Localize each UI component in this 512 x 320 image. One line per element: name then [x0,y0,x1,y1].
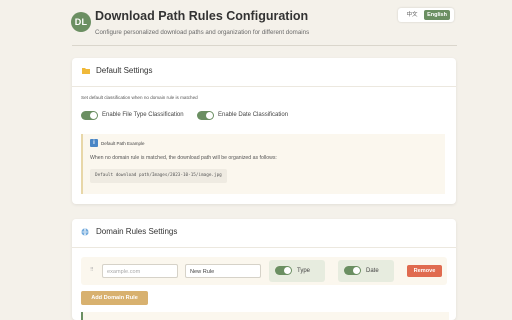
rule-name-input[interactable]: New Rule [185,264,261,278]
date-toggle[interactable] [197,111,214,120]
date-toggle-label: Enable Date Classification [218,112,289,118]
example-description: When no domain rule is matched, the down… [90,155,277,161]
info-icon: i [90,139,98,147]
example-title: Default Path Example [101,141,145,146]
globe-icon [81,228,89,236]
page-subtitle: Configure personalized download paths an… [95,29,310,36]
add-domain-rule-button[interactable]: Add Domain Rule [81,291,148,305]
default-settings-card: Default Settings Set default classificat… [72,58,456,204]
default-settings-description: Set default classification when no domai… [81,95,198,100]
domain-rule-row: ⠿ example.com New Rule Type Date Remove [81,257,447,285]
header-divider [72,45,457,46]
next-section-strip [81,312,449,320]
domain-rules-title: Domain Rules Settings [96,227,178,236]
type-toggle-label: Type [297,268,311,274]
card-header-divider [72,247,456,248]
folder-icon [82,68,90,74]
rule-date-toggle[interactable] [344,266,361,275]
file-type-toggle-label: Enable File Type Classification [102,112,184,118]
page-header: DL Download Path Rules Configuration Con… [0,0,512,46]
app-logo: DL [71,12,91,32]
page-title: Download Path Rules Configuration [95,9,309,23]
date-toggle-label: Date [366,268,379,274]
drag-handle-icon[interactable]: ⠿ [90,267,94,273]
default-settings-title: Default Settings [96,66,153,75]
language-en-button[interactable]: English [424,10,450,20]
remove-rule-button[interactable]: Remove [407,265,442,277]
card-header-divider [72,86,456,87]
file-type-toggle[interactable] [81,111,98,120]
date-toggle-group: Date [338,260,394,282]
type-toggle-group: Type [269,260,325,282]
domain-input[interactable]: example.com [102,264,178,278]
type-toggle[interactable] [275,266,292,275]
language-zh-button[interactable]: 中文 [403,10,421,20]
language-switcher: 中文 English [398,8,454,22]
default-path-example: i Default Path Example When no domain ru… [81,134,445,194]
domain-rules-card: Domain Rules Settings ⠿ example.com New … [72,219,456,320]
example-path: Default download path/Images/2023-10-15/… [90,169,227,183]
